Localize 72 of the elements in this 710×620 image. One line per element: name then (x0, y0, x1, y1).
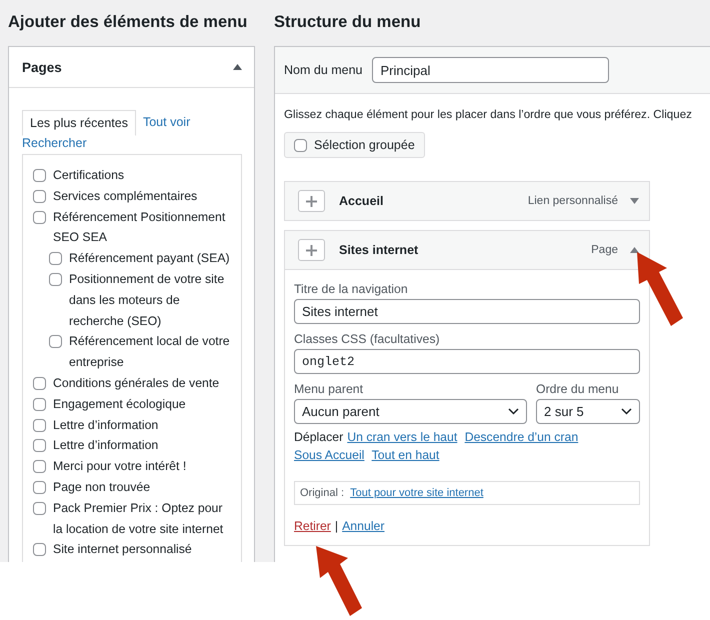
checkbox[interactable] (33, 543, 46, 556)
checkbox[interactable] (49, 272, 62, 286)
order-dropdown[interactable]: 2 sur 5 (536, 399, 640, 424)
checkbox[interactable] (33, 210, 46, 224)
checkbox[interactable] (294, 138, 307, 152)
menu-item-title: Sites internet (339, 243, 420, 257)
page-label: Lettre d’information (53, 416, 158, 434)
original-label: Original : (300, 487, 344, 499)
checkbox[interactable] (33, 190, 46, 203)
drag-handle[interactable] (298, 239, 325, 261)
field-label: Classes CSS (facultatives) (294, 332, 441, 346)
checkbox[interactable] (33, 502, 46, 515)
panel-title: Pages (22, 60, 62, 74)
field-label: Ordre du menu (536, 382, 620, 396)
css-classes-field[interactable]: onglet2 (294, 349, 640, 374)
remove-link[interactable]: Retirer (294, 519, 331, 533)
move-link[interactable]: Descendre d’un cran (464, 430, 578, 444)
separator: | (334, 519, 338, 533)
tab[interactable]: Rechercher (22, 136, 87, 150)
menu-item-type: Page (591, 244, 618, 256)
menu-item-title: Accueil (339, 194, 384, 208)
checkbox[interactable] (33, 439, 46, 452)
drag-handle[interactable] (298, 190, 325, 212)
menu-item-bar[interactable]: Sites internet Page (284, 230, 650, 270)
section-title: Structure du menu (274, 12, 422, 33)
plus-icon (306, 244, 317, 256)
page-label: Conditions générales de vente (53, 374, 220, 392)
chevron-down-icon (621, 408, 632, 415)
checkbox[interactable] (33, 460, 46, 474)
page-label: Référencement local de votre entreprise (69, 333, 231, 372)
instructions-text: Glissez chaque élément pour les placer dans l’ordre que vous préférez. Cliquez (284, 107, 692, 122)
chevron-down-icon (508, 408, 519, 415)
checkbox[interactable] (33, 418, 46, 432)
original-link[interactable]: Tout pour votre site internet (350, 487, 484, 499)
move-label: Déplacer (294, 430, 344, 444)
page-label: Positionnement de votre site dans les moteurs de recherche (SEO) (69, 270, 226, 330)
expand-icon[interactable] (630, 198, 639, 204)
tab[interactable]: Les plus récentes (22, 110, 136, 136)
page-label: Lettre d’information (53, 437, 158, 454)
page-label: Services complémentaires (53, 188, 198, 205)
checkbox[interactable] (33, 376, 46, 390)
menu-name-label: Nom du menu (284, 63, 363, 77)
tab[interactable]: Tout voir (136, 110, 198, 136)
menu-name-field[interactable]: Principal (372, 57, 609, 83)
page-label: Engagement écologique (53, 396, 186, 413)
parent-dropdown[interactable]: Aucun parent (294, 399, 527, 424)
page-label: Certifications (53, 167, 124, 184)
page-label: Référencement payant (SEA) (69, 250, 230, 268)
plus-icon (306, 196, 317, 206)
collapse-icon[interactable] (630, 247, 639, 253)
page-label: Site internet personnalisé (53, 541, 192, 558)
menu-item-type: Lien personnalisé (528, 195, 618, 207)
move-link[interactable]: Tout en haut (372, 448, 440, 462)
bulk-select-button[interactable]: Sélection groupée (284, 132, 425, 158)
section-title: Ajouter des éléments de menu (8, 12, 248, 33)
checkbox[interactable] (49, 335, 62, 348)
page-label: Référencement Positionnement SEO SEA (53, 208, 226, 246)
page-label: Merci pour votre intérêt ! (53, 458, 186, 476)
field-label: Menu parent (294, 382, 364, 396)
menu-item-bar[interactable]: Accueil Lien personnalisé (284, 181, 650, 221)
move-link[interactable]: Un cran vers le haut (347, 430, 458, 444)
move-link[interactable]: Sous Accueil (294, 448, 364, 462)
checkbox[interactable] (33, 169, 46, 182)
collapse-icon[interactable] (233, 64, 242, 70)
checkbox[interactable] (33, 398, 46, 411)
field-label: Titre de la navigation (294, 282, 409, 296)
navigation-title-field[interactable]: Sites internet (294, 299, 640, 324)
checkbox[interactable] (49, 252, 62, 266)
cancel-link[interactable]: Annuler (342, 519, 384, 533)
checkbox[interactable] (33, 480, 46, 494)
page-label: Page non trouvée (53, 478, 150, 496)
page-label: Pack Premier Prix : Optez pour la location de votre site internet (53, 500, 224, 538)
